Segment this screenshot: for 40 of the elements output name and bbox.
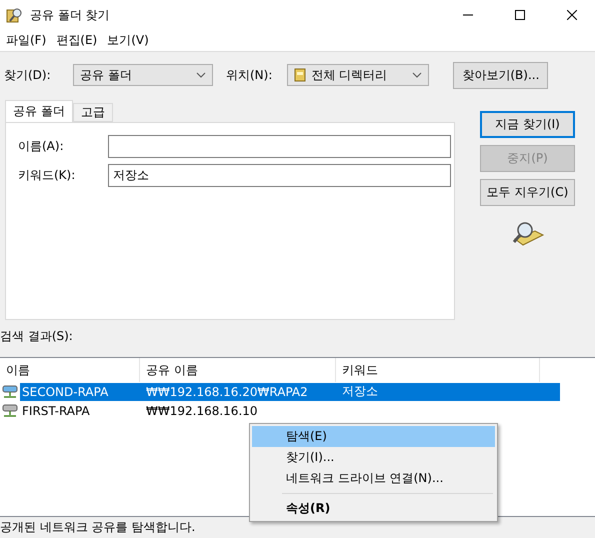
action-button[interactable]: 지금 찾기(I) bbox=[480, 111, 575, 138]
menu-item[interactable]: 편집(E) bbox=[52, 32, 104, 49]
window-title: 공유 폴더 찾기 bbox=[30, 6, 111, 24]
location-dropdown[interactable]: 전체 디렉터리 bbox=[287, 64, 430, 86]
input-field[interactable] bbox=[108, 135, 451, 158]
magnifier-drive-icon bbox=[510, 221, 544, 247]
table-cell-text: FIRST-RAPA bbox=[21, 404, 91, 418]
table-cell-text: ₩₩192.168.16.20₩RAPA2 bbox=[145, 384, 309, 398]
context-menu-item[interactable]: 속성(R) bbox=[252, 498, 495, 519]
field-label: 이름(A): bbox=[18, 138, 65, 155]
tab[interactable]: 고급 bbox=[72, 103, 113, 122]
context-menu-item[interactable]: 탐색(E) bbox=[252, 426, 495, 447]
browse-button[interactable]: 찾아보기(B)... bbox=[453, 62, 548, 88]
column-header[interactable]: 이름 bbox=[0, 358, 140, 382]
column-header[interactable]: 공유 이름 bbox=[140, 358, 336, 382]
location-label: 위치(N): bbox=[226, 66, 272, 84]
table-cell-text: 저장소 bbox=[341, 383, 379, 400]
look-for-label: 찾기(D): bbox=[4, 66, 52, 84]
result-row[interactable]: FIRST-RAPA ₩₩192.168.16.10 bbox=[0, 401, 595, 420]
column-header[interactable]: 키워드 bbox=[336, 358, 540, 382]
network-share-icon bbox=[2, 404, 18, 418]
menu-item[interactable]: 파일(F) bbox=[2, 32, 52, 49]
table-cell-text: ₩₩192.168.16.10 bbox=[145, 404, 259, 418]
look-for-dropdown[interactable]: 공유 폴더 bbox=[73, 64, 213, 86]
action-button[interactable]: 모두 지우기(C) bbox=[480, 179, 575, 206]
drive-icon bbox=[294, 68, 306, 82]
network-share-icon bbox=[2, 384, 18, 398]
chevron-down-icon bbox=[412, 72, 422, 78]
field-label: 키워드(K): bbox=[18, 167, 76, 184]
tab[interactable]: 공유 폴더 bbox=[5, 100, 73, 122]
chevron-down-icon bbox=[196, 72, 206, 78]
table-cell-text: SECOND-RAPA bbox=[21, 384, 110, 398]
maximize-icon bbox=[515, 10, 525, 20]
context-menu-item[interactable]: 찾기(I)... bbox=[252, 447, 495, 468]
close-icon bbox=[567, 10, 577, 20]
results-label: 검색 결과(S): bbox=[0, 328, 74, 345]
menu-item[interactable]: 보기(V) bbox=[103, 32, 155, 49]
folder-magnifier-icon bbox=[6, 7, 24, 23]
input-field[interactable]: 저장소 bbox=[108, 164, 451, 187]
context-menu-item[interactable]: 네트워크 드라이브 연결(N)... bbox=[252, 468, 495, 489]
